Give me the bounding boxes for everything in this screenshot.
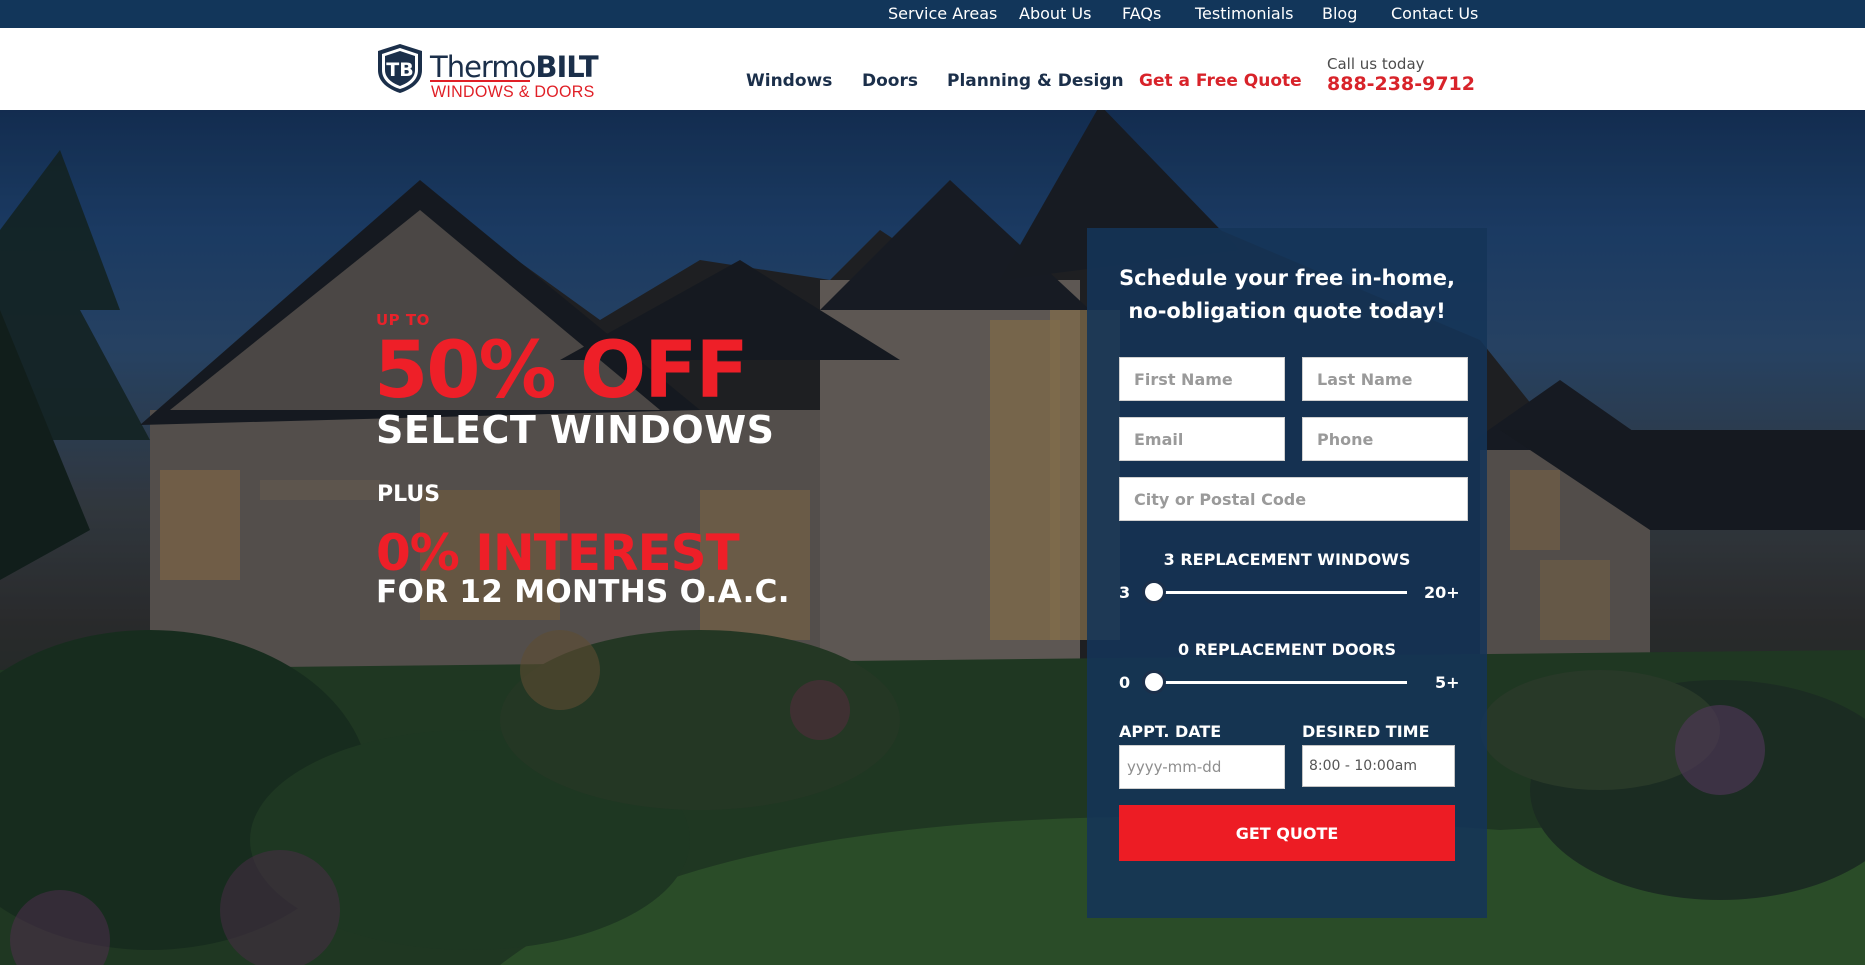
logo-word-thermo: Thermo — [430, 50, 536, 84]
topbar-link-blog[interactable]: Blog — [1322, 4, 1357, 23]
quote-form-panel: Schedule your free in-home, no-obligatio… — [1087, 228, 1487, 918]
topbar-link-about-us[interactable]: About Us — [1019, 4, 1091, 23]
windows-slider-max: 20+ — [1424, 583, 1460, 602]
logo-word-bilt: BILT — [535, 50, 598, 84]
nav-planning-design[interactable]: Planning & Design — [947, 71, 1124, 91]
doors-slider-min: 0 — [1119, 673, 1131, 692]
windows-slider-min: 3 — [1119, 583, 1131, 602]
phone-number-link[interactable]: 888-238-9712 — [1327, 73, 1475, 95]
topbar-link-testimonials[interactable]: Testimonials — [1195, 4, 1294, 23]
topbar-link-service-areas[interactable]: Service Areas — [888, 4, 997, 23]
logo-wordmark[interactable]: ThermoBILT — [430, 50, 599, 84]
call-us-label: Call us today — [1327, 55, 1425, 73]
top-utility-bar: Service Areas About Us FAQs Testimonials… — [0, 0, 1865, 28]
form-title-line-1: Schedule your free in-home, — [1119, 266, 1455, 290]
doors-slider-handle[interactable] — [1142, 670, 1166, 694]
logo-emblem-text: TB — [386, 59, 413, 81]
get-quote-button[interactable]: GET QUOTE — [1119, 805, 1455, 861]
windows-slider-label: 3 REPLACEMENT WINDOWS — [1163, 550, 1411, 569]
form-title-line-2: no-obligation quote today! — [1128, 299, 1446, 323]
nav-get-free-quote[interactable]: Get a Free Quote — [1139, 71, 1302, 91]
appt-date-input[interactable]: yyyy-mm-dd — [1119, 745, 1285, 789]
nav-windows[interactable]: Windows — [746, 71, 832, 91]
windows-slider-handle[interactable] — [1142, 580, 1166, 604]
city-postal-input[interactable] — [1119, 477, 1468, 521]
hero-section — [0, 110, 1865, 965]
desired-time-label: DESIRED TIME — [1302, 722, 1430, 741]
doors-slider-max: 5+ — [1435, 673, 1460, 692]
promo-50-off: 50% OFF — [374, 326, 749, 416]
appt-date-label: APPT. DATE — [1119, 722, 1222, 741]
topbar-link-faqs[interactable]: FAQs — [1122, 4, 1161, 23]
nav-doors[interactable]: Doors — [862, 71, 918, 91]
promo-12-months: FOR 12 MONTHS O.A.C. — [376, 574, 790, 610]
promo-plus: PLUS — [377, 482, 441, 507]
topbar-link-contact-us[interactable]: Contact Us — [1391, 4, 1478, 23]
main-header: TB ThermoBILT WINDOWS & DOORS Windows Do… — [0, 28, 1865, 110]
desired-time-select[interactable]: 8:00 - 10:00am — [1302, 745, 1455, 787]
doors-slider-track[interactable] — [1153, 681, 1407, 684]
logo-subtitle: WINDOWS & DOORS — [431, 83, 595, 102]
phone-input[interactable] — [1302, 417, 1468, 461]
house-background-image — [0, 110, 1865, 965]
doors-slider-label: 0 REPLACEMENT DOORS — [1178, 640, 1396, 659]
first-name-input[interactable] — [1119, 357, 1285, 401]
promo-select-windows: SELECT WINDOWS — [376, 408, 775, 452]
logo-underline — [430, 80, 530, 82]
email-input[interactable] — [1119, 417, 1285, 461]
last-name-input[interactable] — [1302, 357, 1468, 401]
form-title: Schedule your free in-home, no-obligatio… — [1087, 262, 1487, 328]
windows-slider-track[interactable] — [1153, 591, 1407, 594]
tb-shield-logo-icon[interactable]: TB — [376, 42, 424, 94]
